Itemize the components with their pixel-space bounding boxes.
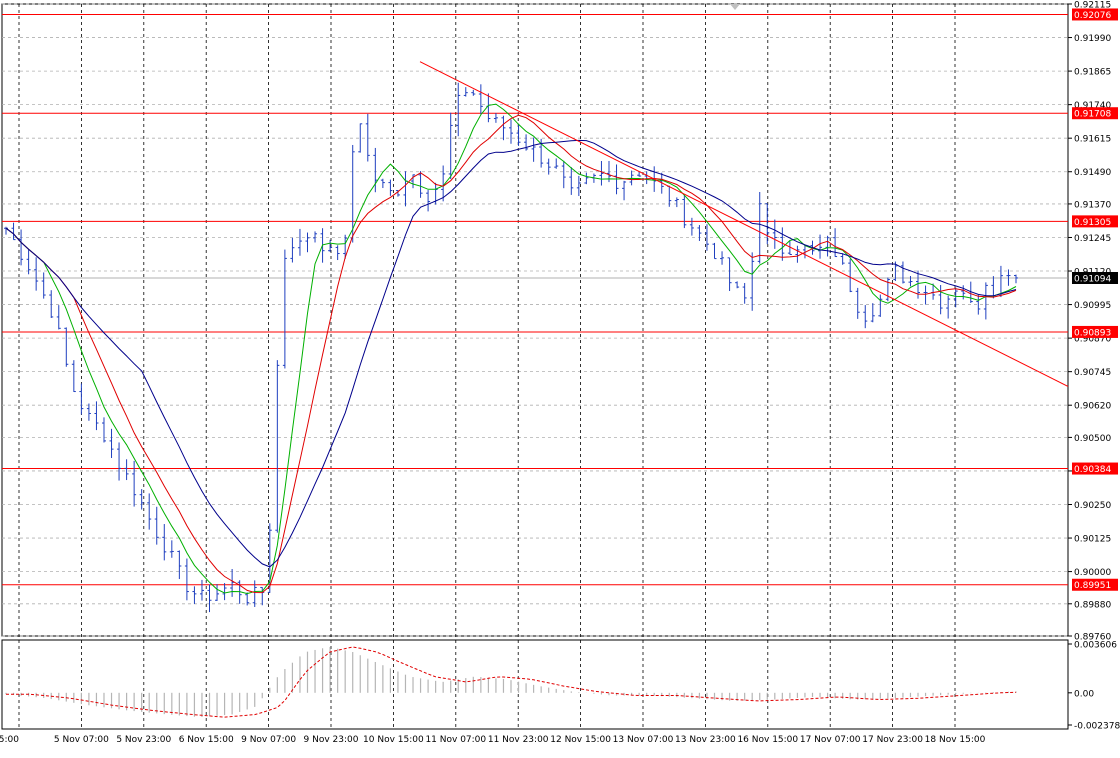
level-price-label: 0.90384	[1074, 465, 1111, 475]
time-tick-label: 15:00	[0, 735, 19, 745]
time-tick-label: 9 Nov 07:00	[241, 735, 296, 745]
price-tick-label: 0.89880	[1074, 600, 1111, 610]
oscillator-tick-label: -0.002378	[1074, 722, 1120, 732]
price-tick-label: 0.90500	[1074, 434, 1111, 444]
current-price-label: 0.91094	[1074, 275, 1111, 285]
time-tick-label: 11 Nov 23:00	[488, 735, 549, 745]
level-price-label: 0.92076	[1074, 11, 1111, 21]
price-tick-label: 0.90250	[1074, 501, 1111, 511]
time-tick-label: 10 Nov 15:00	[363, 735, 424, 745]
oscillator-tick-label: 0.00	[1074, 689, 1094, 699]
price-tick-label: 0.90125	[1074, 535, 1111, 545]
time-tick-label: 5 Nov 07:00	[54, 735, 109, 745]
time-tick-label: 17 Nov 07:00	[800, 735, 861, 745]
time-tick-label: 11 Nov 07:00	[425, 735, 486, 745]
time-tick-label: 12 Nov 15:00	[550, 735, 611, 745]
price-tick-label: 0.91490	[1074, 168, 1111, 178]
time-tick-label: 16 Nov 15:00	[737, 735, 798, 745]
time-tick-label: 18 Nov 15:00	[925, 735, 986, 745]
time-tick-label: 9 Nov 23:00	[304, 735, 359, 745]
time-tick-label: 17 Nov 23:00	[862, 735, 923, 745]
level-price-label: 0.89951	[1074, 581, 1111, 591]
price-tick-label: 0.91865	[1074, 68, 1111, 78]
price-tick-label: 0.90620	[1074, 402, 1111, 412]
time-tick-label: 5 Nov 23:00	[116, 735, 171, 745]
level-price-label: 0.91305	[1074, 218, 1111, 228]
time-tick-label: 6 Nov 15:00	[179, 735, 234, 745]
price-tick-label: 0.90000	[1074, 568, 1111, 578]
price-tick-label: 0.91245	[1074, 234, 1111, 244]
chart-window[interactable]: 0.92115 0.91990 0.91865 0.91740 0.91615 0.914…	[0, 0, 1120, 754]
time-tick-label: 13 Nov 07:00	[613, 735, 674, 745]
price-tick-label: 0.91370	[1074, 200, 1111, 210]
price-tick-label: 0.90745	[1074, 368, 1111, 378]
price-tick-label: 0.91990	[1074, 34, 1111, 44]
price-chart[interactable]: 0.921150.919900.918650.917400.916150.914…	[0, 0, 1120, 754]
time-tick-label: 13 Nov 23:00	[675, 735, 736, 745]
level-price-label: 0.91708	[1074, 110, 1111, 120]
level-price-label: 0.90893	[1074, 328, 1111, 338]
price-tick-label: 0.91615	[1074, 135, 1111, 145]
oscillator-tick-label: 0.003606	[1074, 641, 1117, 651]
price-tick-label: 0.90995	[1074, 301, 1111, 311]
